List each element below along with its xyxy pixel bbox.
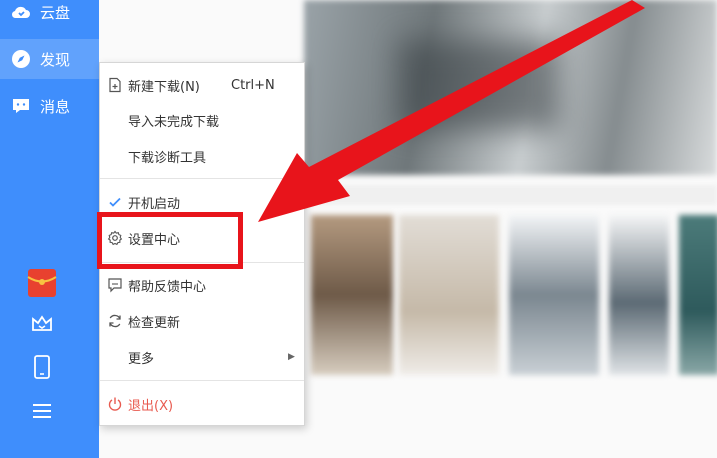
red-arrow-annotation (258, 0, 645, 222)
